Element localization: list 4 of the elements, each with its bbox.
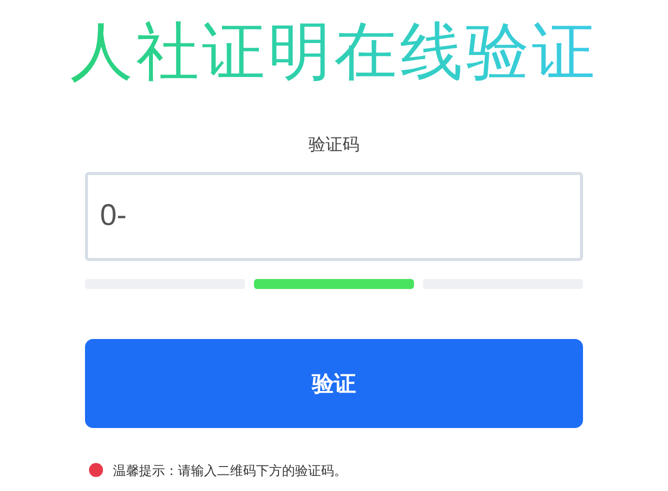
field-label: 验证码 xyxy=(308,134,360,156)
code-input-field[interactable]: 0- xyxy=(85,172,583,260)
tip-text: 温馨提示：请输入二维码下方的验证码。 xyxy=(113,462,347,480)
verify-button[interactable]: 验证 xyxy=(85,338,583,428)
